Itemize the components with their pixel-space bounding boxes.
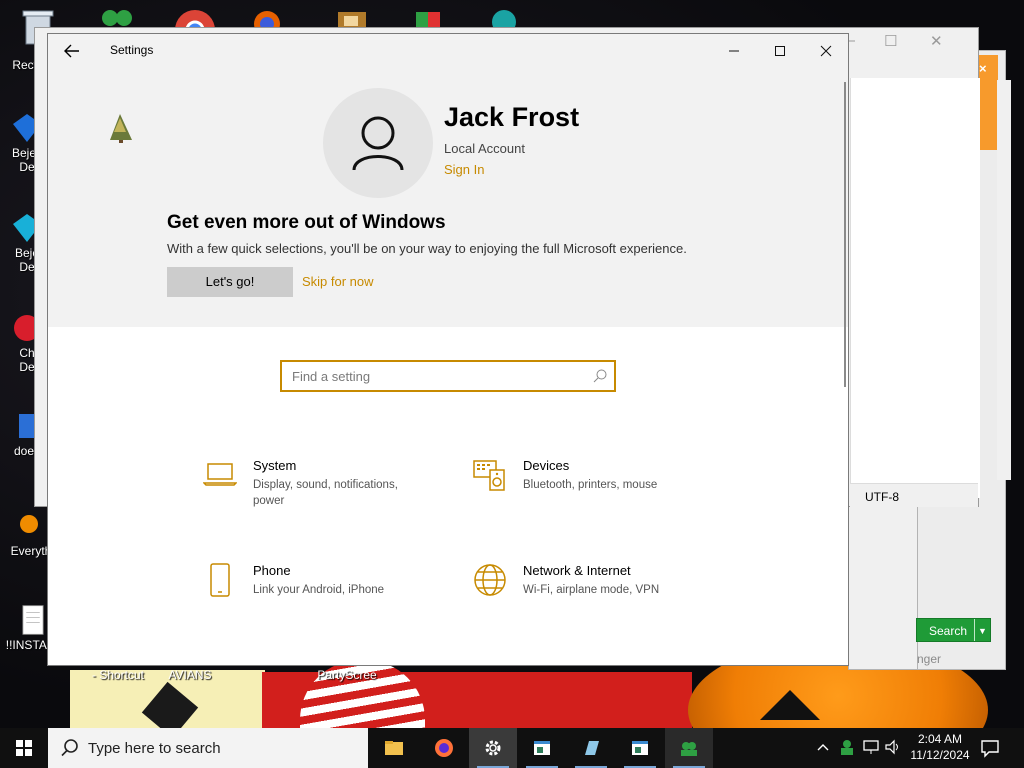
- background-titlebar: — ☐ ✕: [828, 28, 978, 58]
- skip-for-now-link[interactable]: Skip for now: [302, 274, 374, 289]
- close-icon[interactable]: ✕: [930, 32, 943, 50]
- person-icon: [352, 116, 404, 171]
- user-name: Jack Frost: [444, 102, 580, 132]
- category-description: Link your Android, iPhone: [253, 584, 385, 596]
- settings-search-box[interactable]: [280, 360, 616, 392]
- taskbar-notepad-1[interactable]: [518, 728, 566, 768]
- settings-search-input[interactable]: [292, 367, 582, 385]
- close-icon[interactable]: ×: [979, 61, 987, 76]
- taskbar-settings[interactable]: [469, 728, 517, 768]
- taskbar-search-placeholder: Type here to search: [88, 740, 221, 757]
- people-tray-icon[interactable]: [838, 738, 856, 756]
- minimize-icon: [729, 50, 739, 52]
- search-icon[interactable]: [592, 368, 608, 384]
- windows-logo-icon: [16, 740, 32, 756]
- category-system[interactable]: System Display, sound, notifications, po…: [203, 458, 443, 518]
- titlebar: Settings: [48, 34, 848, 66]
- search-icon: [61, 739, 78, 757]
- taskbar: Type here to search 2:04 AM 11/12/2024: [0, 728, 1024, 768]
- start-button[interactable]: [0, 728, 48, 768]
- back-arrow-icon: [64, 44, 79, 58]
- people-icon: [681, 742, 697, 756]
- category-title: Network & Internet: [523, 563, 631, 578]
- category-description: Display, sound, notifications, power: [253, 479, 398, 507]
- notebook-icon: [585, 741, 599, 755]
- lets-go-button[interactable]: Let's go!: [167, 267, 293, 297]
- keyboard-speaker-icon: [473, 460, 505, 491]
- phone-icon: [210, 563, 230, 597]
- globe-icon: [474, 564, 506, 596]
- notification-center-icon[interactable]: [980, 738, 1000, 758]
- category-network[interactable]: Network & Internet Wi-Fi, airplane mode,…: [473, 563, 713, 623]
- christmas-tree-icon: [110, 114, 132, 143]
- volume-icon[interactable]: [884, 739, 902, 755]
- notepad-icon: [632, 741, 648, 755]
- chevron-up-icon[interactable]: [816, 740, 830, 754]
- category-devices[interactable]: Devices Bluetooth, printers, mouse: [473, 458, 713, 518]
- laptop-icon: [203, 463, 237, 486]
- maximize-icon: [775, 46, 785, 57]
- close-icon: [820, 45, 832, 57]
- taskbar-notepad-3[interactable]: [616, 728, 664, 768]
- category-title: Devices: [523, 458, 570, 473]
- back-button[interactable]: [58, 40, 86, 62]
- sign-in-link[interactable]: Sign In: [444, 162, 484, 177]
- clock-date: 11/12/2024: [910, 748, 970, 762]
- desktop-label-party[interactable]: PartyScree: [312, 668, 382, 682]
- maximize-icon[interactable]: ☐: [884, 32, 897, 50]
- taskbar-clock[interactable]: 2:04 AM 11/12/2024: [905, 731, 975, 763]
- chevron-down-icon[interactable]: ▼: [974, 619, 990, 641]
- category-title: Phone: [253, 563, 291, 578]
- promo-description: With a few quick selections, you'll be o…: [167, 241, 687, 256]
- settings-window: Settings Jack Frost Local Account Sign I…: [47, 33, 849, 666]
- category-phone[interactable]: Phone Link your Android, iPhone: [203, 563, 443, 623]
- category-description: Wi-Fi, airplane mode, VPN: [523, 584, 660, 596]
- taskbar-firefox[interactable]: [420, 728, 468, 768]
- maximize-button[interactable]: [757, 34, 803, 66]
- desktop-label-avians[interactable]: AVIANS: [160, 668, 220, 682]
- gear-icon: [485, 740, 501, 756]
- background-window-3: [848, 505, 918, 670]
- clock-time: 2:04 AM: [917, 732, 963, 746]
- background-text-area[interactable]: [850, 78, 980, 498]
- scrollbar[interactable]: [844, 82, 846, 387]
- user-avatar[interactable]: [323, 88, 433, 198]
- network-icon[interactable]: [862, 739, 880, 755]
- promo-heading: Get even more out of Windows: [167, 212, 446, 233]
- category-title: System: [253, 458, 297, 473]
- notepad-icon: [534, 741, 550, 755]
- text-file-icon: [22, 605, 44, 635]
- taskbar-search-box[interactable]: Type here to search: [48, 728, 368, 768]
- taskbar-notepad-2[interactable]: [567, 728, 615, 768]
- close-button[interactable]: [803, 34, 848, 66]
- desktop-label-shortcut[interactable]: - Shortcut: [88, 668, 148, 682]
- folder-icon: [385, 741, 403, 755]
- account-type: Local Account: [444, 141, 525, 156]
- search-app-icon: [20, 515, 38, 533]
- category-description: Bluetooth, printers, mouse: [523, 479, 658, 491]
- minimize-button[interactable]: [711, 34, 757, 66]
- background-scrollbar[interactable]: [997, 80, 1011, 480]
- encoding-status: UTF-8: [850, 483, 978, 507]
- firefox-icon: [435, 739, 453, 757]
- taskbar-people-app[interactable]: [665, 728, 713, 768]
- window-title: Settings: [110, 43, 154, 57]
- background-partial-text: nger: [917, 652, 942, 666]
- background-search-button[interactable]: Search ▼: [916, 618, 991, 642]
- taskbar-file-explorer[interactable]: [370, 728, 418, 768]
